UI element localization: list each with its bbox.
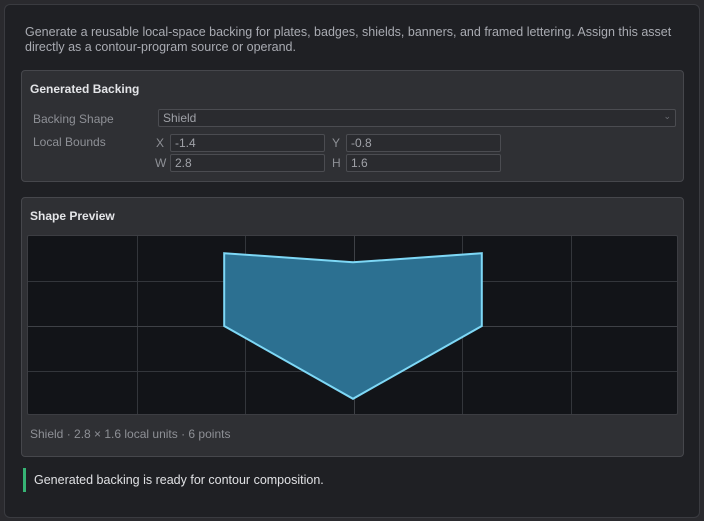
backing-shape-select[interactable]: Shield ⌄ [158,109,676,127]
panel-title-shape-preview: Shape Preview [30,209,115,223]
y-value: -0.8 [351,136,372,150]
shape-preview-panel: Shape Preview Shield · 2.8 × 1.6 local u… [21,197,684,457]
shield-shape [223,252,483,400]
x-value: -1.4 [175,136,196,150]
backing-shape-value: Shield [163,111,197,125]
w-label: W [155,156,167,170]
h-label: H [332,156,341,170]
description-text: Generate a reusable local-space backing … [25,25,672,54]
chevron-down-icon: ⌄ [663,111,671,121]
y-field[interactable]: -0.8 [346,134,501,152]
h-field[interactable]: 1.6 [346,154,501,172]
local-bounds-label: Local Bounds [33,135,106,149]
generated-backing-panel: Generated Backing Backing Shape Shield ⌄… [21,70,684,182]
h-value: 1.6 [351,156,368,170]
panel-title-generated-backing: Generated Backing [30,82,140,96]
status-message: Generated backing is ready for contour c… [23,468,423,492]
backing-shape-label: Backing Shape [33,112,114,126]
status-text: Generated backing is ready for contour c… [34,473,324,487]
preview-canvas [27,235,678,415]
x-label: X [156,136,165,150]
x-field[interactable]: -1.4 [170,134,325,152]
preview-svg [28,236,677,414]
w-value: 2.8 [175,156,192,170]
y-label: Y [332,136,341,150]
preview-caption: Shield · 2.8 × 1.6 local units · 6 point… [30,427,231,441]
w-field[interactable]: 2.8 [170,154,325,172]
backing-generator-window: Generate a reusable local-space backing … [4,4,700,518]
